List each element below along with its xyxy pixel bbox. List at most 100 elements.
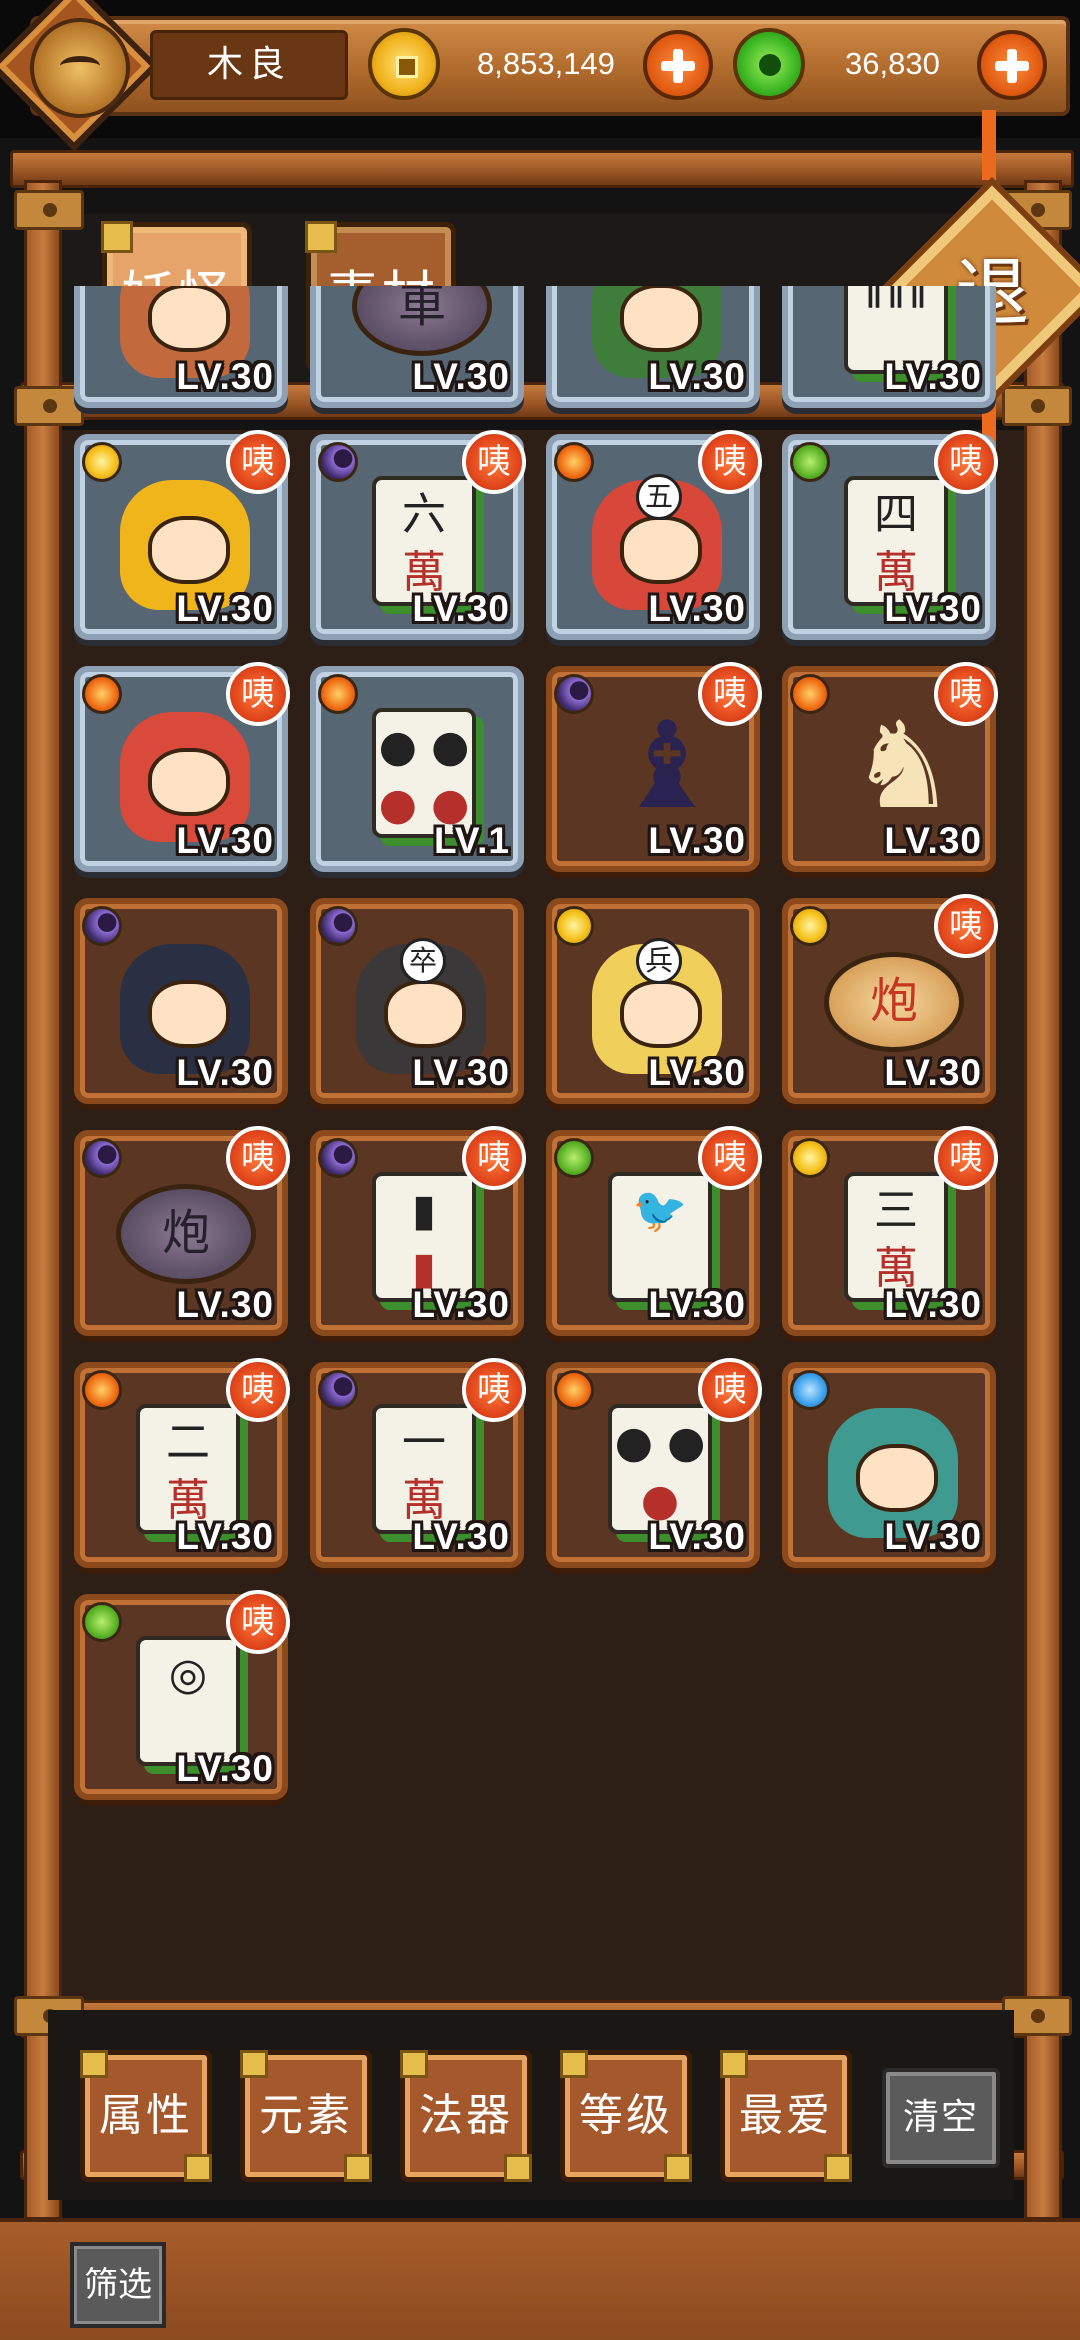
level-label: LV.30 <box>648 588 746 629</box>
level-label: LV.30 <box>648 1284 746 1325</box>
sun-element-icon <box>790 906 830 946</box>
tile-face-text: 六 <box>402 489 446 540</box>
sun-element-icon <box>790 1138 830 1178</box>
character-hat-emblem: 五 <box>636 474 682 520</box>
new-badge: 咦 <box>226 1126 290 1190</box>
monster-grid[interactable]: LV.30車LV.30LV.30‖‖‖LV.30咦LV.30六萬咦LV.30五咦… <box>64 286 1014 1846</box>
moon-element-icon <box>318 442 358 482</box>
monster-card[interactable]: 四萬咦 LV.30 <box>782 430 998 640</box>
monster-card[interactable]: 車 LV.30 <box>310 286 524 408</box>
filter-favorite-button[interactable]: 最爱 <box>720 2050 852 2182</box>
gold-amount: 8,853,149 <box>477 46 615 81</box>
monster-card[interactable]: 咦 LV.30 <box>74 430 290 640</box>
top-bar: 木良 8,853,149 36,830 <box>0 0 1080 151</box>
left-post <box>24 180 62 2220</box>
new-badge: 咦 <box>462 430 526 494</box>
top-beam <box>10 150 1074 188</box>
filter-element-button[interactable]: 元素 <box>240 2050 372 2182</box>
monster-card[interactable]: 卒 LV.30 <box>310 898 524 1104</box>
new-badge: 咦 <box>934 894 998 958</box>
monster-card[interactable]: ◎ 咦 LV.30 <box>74 1590 290 1800</box>
filter-artifact-button[interactable]: 法器 <box>400 2050 532 2182</box>
leaf-element-icon <box>554 1138 594 1178</box>
monster-card[interactable]: 三萬咦 LV.30 <box>782 1126 998 1336</box>
new-badge: 咦 <box>698 1126 762 1190</box>
filter-level-button[interactable]: 等级 <box>560 2050 692 2182</box>
monster-card[interactable]: LV.30 <box>546 286 760 408</box>
monster-card[interactable]: ♞ 咦 LV.30 <box>782 662 998 872</box>
mahjong-tile-art: 🐦 <box>608 1172 712 1302</box>
new-badge: 咦 <box>226 430 290 494</box>
mahjong-tile-art: ▮ ▮ <box>372 1172 476 1302</box>
level-label: LV.30 <box>884 588 982 629</box>
fire-element-icon <box>554 1370 594 1410</box>
new-badge: 咦 <box>462 1358 526 1422</box>
monster-card[interactable]: ● ● ● ● LV.1 <box>310 666 524 872</box>
character-hat-emblem: 卒 <box>400 938 446 984</box>
new-badge: 咦 <box>934 1126 998 1190</box>
monster-card[interactable]: 咦 LV.30 <box>74 662 290 872</box>
moon-element-icon <box>82 906 122 946</box>
new-badge: 咦 <box>698 662 762 726</box>
new-badge: 咦 <box>934 430 998 494</box>
level-label: LV.30 <box>648 1516 746 1557</box>
level-label: LV.30 <box>884 356 982 397</box>
level-label: LV.30 <box>176 1516 274 1557</box>
monster-card[interactable]: 五咦 LV.30 <box>546 430 762 640</box>
level-label: LV.30 <box>412 588 510 629</box>
right-post <box>1024 180 1062 2220</box>
tile-face-text: ● ● <box>378 721 470 772</box>
monster-card[interactable]: LV.30 <box>782 1362 996 1568</box>
tile-face-text: ◎ <box>168 1649 208 1700</box>
corner-bracket <box>14 190 84 230</box>
gold-coin-icon <box>368 28 440 100</box>
level-label: LV.1 <box>434 820 510 861</box>
monster-card[interactable]: ▮ ▮ 咦 LV.30 <box>310 1126 526 1336</box>
tile-face-text: 四 <box>874 489 918 540</box>
level-label: LV.30 <box>412 1516 510 1557</box>
screen-toggle-button[interactable]: 筛选 <box>70 2242 166 2328</box>
level-label: LV.30 <box>176 820 274 861</box>
monster-card[interactable]: 六萬咦 LV.30 <box>310 430 526 640</box>
level-label: LV.30 <box>412 1052 510 1093</box>
moon-element-icon <box>318 1138 358 1178</box>
new-badge: 咦 <box>934 662 998 726</box>
level-label: LV.30 <box>648 1052 746 1093</box>
mahjong-tile-art: 一萬 <box>372 1404 476 1534</box>
clear-filter-button[interactable]: 清空 <box>882 2068 1000 2168</box>
monster-card[interactable]: ‖‖‖ LV.30 <box>782 286 996 408</box>
leaf-element-icon <box>790 442 830 482</box>
add-jade-button[interactable] <box>977 30 1047 100</box>
monster-card[interactable]: 🐦 咦 LV.30 <box>546 1126 762 1336</box>
level-label: LV.30 <box>176 588 274 629</box>
fire-element-icon <box>790 674 830 714</box>
monster-card[interactable]: ● ● ● 咦 LV.30 <box>546 1358 762 1568</box>
fire-element-icon <box>554 442 594 482</box>
chess-piece-art: 炮 <box>116 1184 256 1284</box>
new-badge: 咦 <box>462 1126 526 1190</box>
add-gold-button[interactable] <box>643 30 713 100</box>
player-name: 木良 <box>150 30 348 100</box>
level-label: LV.30 <box>648 356 746 397</box>
exit-sign-rope <box>982 110 996 180</box>
monster-card[interactable]: 炮咦 LV.30 <box>782 894 998 1104</box>
moon-element-icon <box>318 1370 358 1410</box>
filter-attribute-button[interactable]: 属性 <box>80 2050 212 2182</box>
monster-card[interactable]: 兵 LV.30 <box>546 898 760 1104</box>
mahjong-tile-art: 四萬 <box>844 476 948 606</box>
tile-face-text: 二 <box>166 1417 210 1468</box>
new-badge: 咦 <box>698 430 762 494</box>
level-label: LV.30 <box>176 1052 274 1093</box>
monster-card[interactable]: ♝ 咦 LV.30 <box>546 662 762 872</box>
jade-coin-icon <box>733 28 805 100</box>
tile-face-text: ● ● <box>614 1417 706 1468</box>
monster-card[interactable]: 一萬咦 LV.30 <box>310 1358 526 1568</box>
level-label: LV.30 <box>884 1516 982 1557</box>
player-avatar-icon[interactable] <box>30 18 130 118</box>
monster-card[interactable]: 二萬咦 LV.30 <box>74 1358 290 1568</box>
monster-card[interactable]: 炮咦 LV.30 <box>74 1126 290 1336</box>
level-label: LV.30 <box>648 820 746 861</box>
monster-card[interactable]: LV.30 <box>74 898 288 1104</box>
character-hat-emblem: 兵 <box>636 938 682 984</box>
monster-card[interactable]: LV.30 <box>74 286 288 408</box>
